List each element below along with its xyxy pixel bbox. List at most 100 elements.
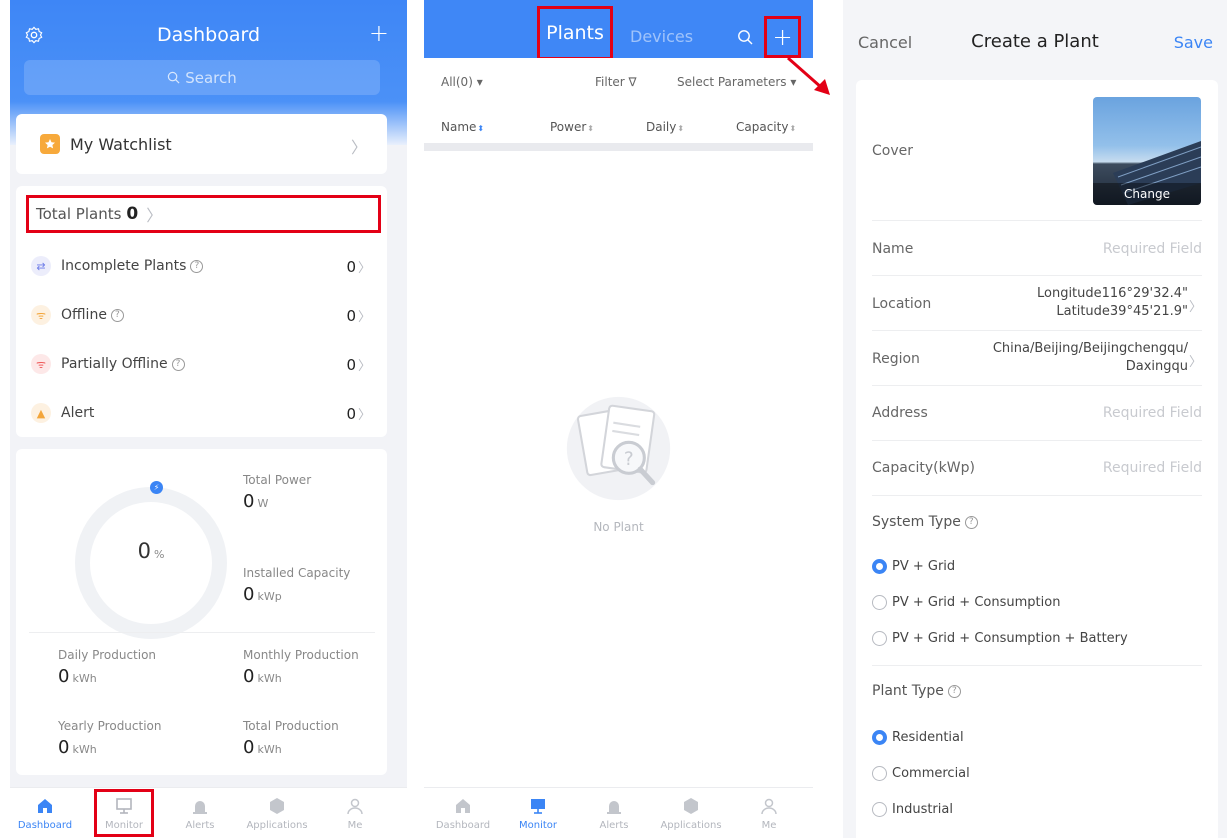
home-icon — [456, 799, 470, 813]
sort-icon: ⬍ — [677, 124, 685, 133]
system-type-option[interactable]: PV + Grid + Consumption + Battery — [872, 631, 1128, 646]
radio-selected-icon — [872, 559, 887, 574]
sort-icon: ⬍ — [477, 124, 485, 133]
create-plant-screen: Cancel Create a Plant Save Cover Change … — [843, 0, 1227, 838]
cover-image[interactable]: Change — [1093, 97, 1201, 205]
tab-monitor[interactable]: Monitor — [503, 792, 573, 831]
row-value: 0 〉 — [346, 355, 371, 374]
offline-row[interactable]: ᯤ Offline ? 0 〉 — [16, 300, 387, 330]
select-parameters-dropdown[interactable]: Select Parameters ▾ — [677, 75, 796, 89]
daily-production-stat: Daily Production 0 kWh — [58, 648, 157, 687]
radio-icon — [872, 802, 887, 817]
plant-list: ? No Plant — [424, 151, 813, 787]
change-cover-button[interactable]: Change — [1093, 183, 1201, 205]
address-field[interactable]: Address Required Field — [872, 386, 1202, 441]
create-plant-form: Cover Change Name Required Field Locatio… — [856, 80, 1218, 838]
row-label: Offline — [61, 307, 107, 323]
chevron-right-icon: 〉 — [1188, 300, 1202, 315]
tab-me[interactable]: Me — [320, 792, 390, 831]
create-plant-header: Cancel Create a Plant Save — [843, 0, 1227, 80]
radio-selected-icon — [872, 730, 887, 745]
alarm-icon — [193, 801, 207, 814]
lightning-icon: ⚡ — [150, 481, 163, 494]
total-plants-label: Total Plants — [36, 205, 122, 223]
tab-applications[interactable]: Applications — [242, 792, 312, 831]
location-field[interactable]: Location Longitude116°29'32.4" Latitude39… — [872, 276, 1202, 331]
page-title: Create a Plant — [971, 31, 1099, 52]
plants-summary-card: Total Plants 0 〉 ⇄ Incomplete Plants ? 0… — [16, 186, 387, 437]
cover-label: Cover — [872, 143, 913, 159]
tab-applications[interactable]: Applications — [656, 792, 726, 831]
no-data-illustration-icon: ? — [566, 396, 671, 501]
row-value: 0 〉 — [346, 257, 371, 276]
chevron-right-icon: 〉 — [146, 206, 163, 225]
partially-offline-row[interactable]: ᯤ Partially Offline ? 0 〉 — [16, 349, 387, 379]
tab-bar: Dashboard Monitor Alerts Applications Me — [10, 787, 407, 838]
tab-dashboard[interactable]: Dashboard — [10, 792, 80, 831]
total-plants-row[interactable]: Total Plants 0 〉 — [26, 195, 381, 233]
row-label: Partially Offline — [61, 356, 168, 372]
row-value: 0 〉 — [346, 404, 371, 423]
chevron-right-icon: 〉 — [1188, 355, 1202, 370]
region-field[interactable]: Region China/Beijing/Beijingchengqu/Daxi… — [872, 331, 1202, 386]
plant-type-label: Plant Type ? — [872, 683, 961, 699]
monthly-production-stat: Monthly Production 0 kWh — [243, 648, 359, 687]
watchlist-row[interactable]: My Watchlist 〉 — [16, 114, 387, 174]
system-type-option[interactable]: PV + Grid + Consumption — [872, 595, 1060, 610]
all-filter-dropdown[interactable]: All(0) ▾ — [441, 75, 483, 89]
total-plants-value: 0 — [126, 204, 139, 224]
divider — [424, 143, 813, 151]
help-icon[interactable]: ? — [171, 357, 185, 371]
tab-plants[interactable]: Plants — [537, 6, 613, 60]
cube-icon — [270, 798, 284, 814]
star-icon — [40, 134, 60, 154]
radio-icon — [872, 766, 887, 781]
sort-icon: ⬍ — [587, 124, 594, 133]
tab-alerts[interactable]: Alerts — [165, 792, 235, 831]
filter-bar: All(0) ▾ Filter ∇ Select Parameters ▾ Na… — [424, 58, 813, 143]
svg-text:?: ? — [624, 449, 634, 470]
sort-capacity[interactable]: Capacity⬍ — [736, 120, 796, 134]
alert-row[interactable]: ▲ Alert 0 〉 — [16, 398, 387, 428]
alarm-icon — [607, 801, 621, 814]
plant-type-option[interactable]: Industrial — [872, 802, 953, 817]
tab-me[interactable]: Me — [734, 792, 804, 831]
radio-icon — [872, 595, 887, 610]
name-field[interactable]: Name Required Field — [872, 221, 1202, 276]
search-icon[interactable] — [737, 29, 753, 45]
tab-bar: Dashboard Monitor Alerts Applications Me — [424, 787, 813, 838]
filter-button[interactable]: Filter ∇ — [595, 75, 637, 89]
dashboard-screen: Dashboard + Search My Watchlist 〉 Total … — [10, 0, 407, 838]
add-plant-button[interactable]: + — [764, 16, 801, 58]
add-icon[interactable]: + — [369, 19, 389, 47]
sort-daily[interactable]: Daily⬍ — [646, 120, 684, 134]
wifi-icon: ᯤ — [31, 354, 51, 374]
empty-state-text: No Plant — [593, 520, 644, 534]
plants-screen: Plants Devices + All(0) ▾ Filter ∇ Selec… — [424, 0, 813, 838]
help-icon[interactable]: ? — [110, 308, 124, 322]
help-icon[interactable]: ? — [947, 684, 961, 698]
help-icon[interactable]: ? — [190, 259, 204, 273]
chevron-right-icon: 〉 — [350, 138, 367, 157]
sort-power[interactable]: Power⬍ — [550, 120, 594, 134]
tab-alerts[interactable]: Alerts — [579, 792, 649, 831]
system-type-label: System Type ? — [872, 514, 978, 530]
divider — [29, 632, 375, 633]
tab-dashboard[interactable]: Dashboard — [428, 792, 498, 831]
monitor-highlight — [94, 789, 154, 837]
sort-name[interactable]: Name⬍ — [441, 120, 484, 134]
page-title: Dashboard — [156, 24, 261, 46]
installed-capacity-stat: Installed Capacity 0 kWp — [243, 566, 351, 605]
plant-type-option[interactable]: Commercial — [872, 766, 970, 781]
row-value: 0 〉 — [346, 306, 371, 325]
row-label: Alert — [61, 405, 95, 421]
capacity-field[interactable]: Capacity(kWp) Required Field — [872, 441, 1202, 496]
incomplete-plants-row[interactable]: ⇄ Incomplete Plants ? 0 〉 — [16, 251, 387, 281]
search-input[interactable]: Search — [24, 60, 380, 95]
save-button[interactable]: Save — [1174, 33, 1213, 52]
tab-devices[interactable]: Devices — [630, 27, 693, 46]
ring-value: 0% — [137, 539, 165, 563]
system-type-option[interactable]: PV + Grid — [872, 559, 955, 574]
plant-type-option[interactable]: Residential — [872, 730, 964, 745]
help-icon[interactable]: ? — [964, 515, 978, 529]
